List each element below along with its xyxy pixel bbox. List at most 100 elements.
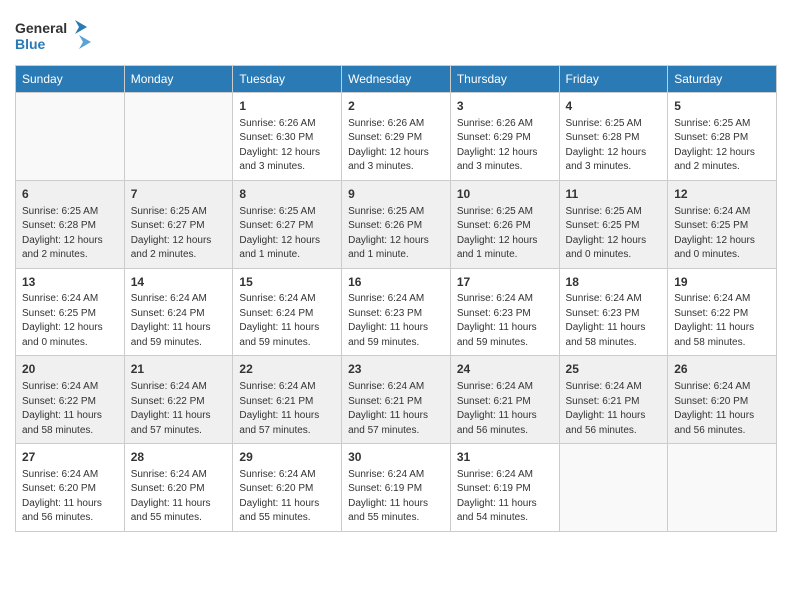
day-info: Sunrise: 6:24 AMSunset: 6:23 PMDaylight:… (457, 292, 553, 350)
day-number: 14 (131, 274, 227, 291)
calendar-cell (16, 93, 125, 181)
day-number: 12 (674, 186, 770, 203)
calendar-cell: 1 Sunrise: 6:26 AMSunset: 6:30 PMDaylight… (233, 93, 342, 181)
calendar-header: SundayMondayTuesdayWednesdayThursdayFrid… (16, 66, 777, 93)
calendar-cell: 26 Sunrise: 6:24 AMSunset: 6:20 PMDayligh… (668, 356, 777, 444)
day-info: Sunrise: 6:25 AMSunset: 6:25 PMDaylight:… (566, 205, 662, 263)
calendar-week-4: 20 Sunrise: 6:24 AMSunset: 6:22 PMDayligh… (16, 356, 777, 444)
day-info: Sunrise: 6:24 AMSunset: 6:21 PMDaylight:… (566, 380, 662, 438)
calendar-cell: 19Sunrise: 6:24 AMSunset: 6:22 PMDayligh… (668, 268, 777, 356)
calendar-cell: 21 Sunrise: 6:24 AMSunset: 6:22 PMDayligh… (124, 356, 233, 444)
calendar-cell: 4 Sunrise: 6:25 AMSunset: 6:28 PMDaylight… (559, 93, 668, 181)
day-number: 25 (566, 361, 662, 378)
day-number: 19 (674, 274, 770, 291)
day-info: Sunrise: 6:24 AMSunset: 6:20 PMDaylight:… (674, 380, 770, 438)
svg-text:General: General (15, 20, 67, 36)
day-info: Sunrise: 6:25 AMSunset: 6:26 PMDaylight:… (457, 205, 553, 263)
day-info: Sunrise: 6:24 AMSunset: 6:24 PMDaylight:… (131, 292, 227, 350)
day-number: 26 (674, 361, 770, 378)
day-info: Sunrise: 6:26 AMSunset: 6:29 PMDaylight:… (348, 117, 444, 175)
calendar-table: SundayMondayTuesdayWednesdayThursdayFrid… (15, 65, 777, 532)
calendar-body: 1 Sunrise: 6:26 AMSunset: 6:30 PMDaylight… (16, 93, 777, 532)
day-info: Sunrise: 6:24 AMSunset: 6:19 PMDaylight:… (457, 468, 553, 526)
day-number: 7 (131, 186, 227, 203)
day-number: 5 (674, 98, 770, 115)
calendar-cell: 8Sunrise: 6:25 AMSunset: 6:27 PMDaylight… (233, 180, 342, 268)
day-number: 15 (239, 274, 335, 291)
day-number: 22 (239, 361, 335, 378)
calendar-week-3: 13Sunrise: 6:24 AMSunset: 6:25 PMDayligh… (16, 268, 777, 356)
day-info: Sunrise: 6:25 AMSunset: 6:26 PMDaylight:… (348, 205, 444, 263)
day-info: Sunrise: 6:24 AMSunset: 6:23 PMDaylight:… (348, 292, 444, 350)
day-info: Sunrise: 6:24 AMSunset: 6:23 PMDaylight:… (566, 292, 662, 350)
header-day-friday: Friday (559, 66, 668, 93)
svg-text:Blue: Blue (15, 36, 46, 52)
header-day-saturday: Saturday (668, 66, 777, 93)
logo-svg: GeneralBlue (15, 15, 95, 55)
day-number: 31 (457, 449, 553, 466)
calendar-cell: 31 Sunrise: 6:24 AMSunset: 6:19 PMDayligh… (450, 444, 559, 532)
logo: GeneralBlue (15, 15, 95, 55)
day-number: 9 (348, 186, 444, 203)
header-day-wednesday: Wednesday (342, 66, 451, 93)
day-info: Sunrise: 6:26 AMSunset: 6:29 PMDaylight:… (457, 117, 553, 175)
header-row: SundayMondayTuesdayWednesdayThursdayFrid… (16, 66, 777, 93)
day-number: 24 (457, 361, 553, 378)
day-info: Sunrise: 6:24 AMSunset: 6:20 PMDaylight:… (239, 468, 335, 526)
day-number: 21 (131, 361, 227, 378)
day-info: Sunrise: 6:24 AMSunset: 6:25 PMDaylight:… (22, 292, 118, 350)
day-info: Sunrise: 6:24 AMSunset: 6:22 PMDaylight:… (131, 380, 227, 438)
day-info: Sunrise: 6:26 AMSunset: 6:30 PMDaylight:… (239, 117, 335, 175)
day-info: Sunrise: 6:24 AMSunset: 6:25 PMDaylight:… (674, 205, 770, 263)
calendar-cell (559, 444, 668, 532)
day-number: 8 (239, 186, 335, 203)
calendar-week-2: 6Sunrise: 6:25 AMSunset: 6:28 PMDaylight… (16, 180, 777, 268)
calendar-cell: 17Sunrise: 6:24 AMSunset: 6:23 PMDayligh… (450, 268, 559, 356)
header-day-tuesday: Tuesday (233, 66, 342, 93)
calendar-cell: 24 Sunrise: 6:24 AMSunset: 6:21 PMDayligh… (450, 356, 559, 444)
day-info: Sunrise: 6:24 AMSunset: 6:22 PMDaylight:… (674, 292, 770, 350)
day-number: 29 (239, 449, 335, 466)
day-number: 4 (566, 98, 662, 115)
day-number: 10 (457, 186, 553, 203)
calendar-cell: 14Sunrise: 6:24 AMSunset: 6:24 PMDayligh… (124, 268, 233, 356)
header-day-sunday: Sunday (16, 66, 125, 93)
calendar-cell: 20 Sunrise: 6:24 AMSunset: 6:22 PMDayligh… (16, 356, 125, 444)
calendar-cell: 28 Sunrise: 6:24 AMSunset: 6:20 PMDayligh… (124, 444, 233, 532)
day-info: Sunrise: 6:24 AMSunset: 6:24 PMDaylight:… (239, 292, 335, 350)
header-day-thursday: Thursday (450, 66, 559, 93)
day-info: Sunrise: 6:25 AMSunset: 6:27 PMDaylight:… (131, 205, 227, 263)
calendar-cell: 2 Sunrise: 6:26 AMSunset: 6:29 PMDaylight… (342, 93, 451, 181)
day-info: Sunrise: 6:25 AMSunset: 6:28 PMDaylight:… (566, 117, 662, 175)
day-number: 1 (239, 98, 335, 115)
day-number: 18 (566, 274, 662, 291)
day-info: Sunrise: 6:24 AMSunset: 6:21 PMDaylight:… (457, 380, 553, 438)
calendar-cell: 23Sunrise: 6:24 AMSunset: 6:21 PMDayligh… (342, 356, 451, 444)
day-info: Sunrise: 6:24 AMSunset: 6:19 PMDaylight:… (348, 468, 444, 526)
day-info: Sunrise: 6:24 AMSunset: 6:22 PMDaylight:… (22, 380, 118, 438)
calendar-cell: 18Sunrise: 6:24 AMSunset: 6:23 PMDayligh… (559, 268, 668, 356)
day-info: Sunrise: 6:24 AMSunset: 6:21 PMDaylight:… (348, 380, 444, 438)
day-number: 2 (348, 98, 444, 115)
day-number: 28 (131, 449, 227, 466)
day-number: 6 (22, 186, 118, 203)
day-number: 27 (22, 449, 118, 466)
calendar-cell: 7 Sunrise: 6:25 AMSunset: 6:27 PMDaylight… (124, 180, 233, 268)
calendar-cell: 12 Sunrise: 6:24 AMSunset: 6:25 PMDayligh… (668, 180, 777, 268)
calendar-cell: 6Sunrise: 6:25 AMSunset: 6:28 PMDaylight… (16, 180, 125, 268)
calendar-cell: 11Sunrise: 6:25 AMSunset: 6:25 PMDayligh… (559, 180, 668, 268)
day-number: 20 (22, 361, 118, 378)
day-number: 17 (457, 274, 553, 291)
calendar-cell: 3Sunrise: 6:26 AMSunset: 6:29 PMDaylight… (450, 93, 559, 181)
day-number: 13 (22, 274, 118, 291)
calendar-cell: 30 Sunrise: 6:24 AMSunset: 6:19 PMDayligh… (342, 444, 451, 532)
day-info: Sunrise: 6:25 AMSunset: 6:28 PMDaylight:… (674, 117, 770, 175)
day-number: 30 (348, 449, 444, 466)
calendar-week-5: 27 Sunrise: 6:24 AMSunset: 6:20 PMDayligh… (16, 444, 777, 532)
calendar-cell (124, 93, 233, 181)
calendar-cell: 9 Sunrise: 6:25 AMSunset: 6:26 PMDaylight… (342, 180, 451, 268)
calendar-cell: 13Sunrise: 6:24 AMSunset: 6:25 PMDayligh… (16, 268, 125, 356)
calendar-cell: 29 Sunrise: 6:24 AMSunset: 6:20 PMDayligh… (233, 444, 342, 532)
calendar-cell: 5 Sunrise: 6:25 AMSunset: 6:28 PMDaylight… (668, 93, 777, 181)
day-info: Sunrise: 6:24 AMSunset: 6:20 PMDaylight:… (131, 468, 227, 526)
